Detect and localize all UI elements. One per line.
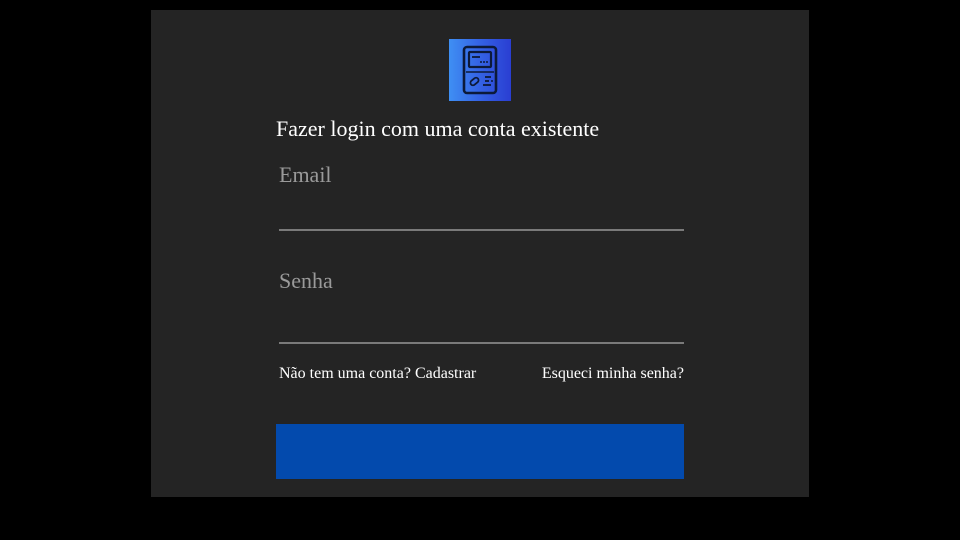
app-logo bbox=[449, 39, 511, 101]
email-label: Email bbox=[279, 162, 332, 187]
password-field-group: Senha bbox=[279, 268, 684, 354]
login-panel: Fazer login com uma conta existente Emai… bbox=[151, 10, 809, 497]
email-underline bbox=[279, 229, 684, 231]
signup-link[interactable]: Não tem uma conta? Cadastrar bbox=[279, 365, 476, 383]
page-title: Fazer login com uma conta existente bbox=[276, 116, 600, 141]
password-underline bbox=[279, 342, 684, 344]
login-button[interactable] bbox=[276, 424, 684, 479]
forgot-password-link[interactable]: Esqueci minha senha? bbox=[542, 365, 684, 383]
email-input[interactable] bbox=[279, 202, 684, 230]
handheld-game-console-icon bbox=[462, 45, 498, 95]
password-label: Senha bbox=[279, 268, 333, 293]
password-input[interactable] bbox=[279, 314, 684, 342]
email-field-group: Email bbox=[279, 162, 684, 242]
